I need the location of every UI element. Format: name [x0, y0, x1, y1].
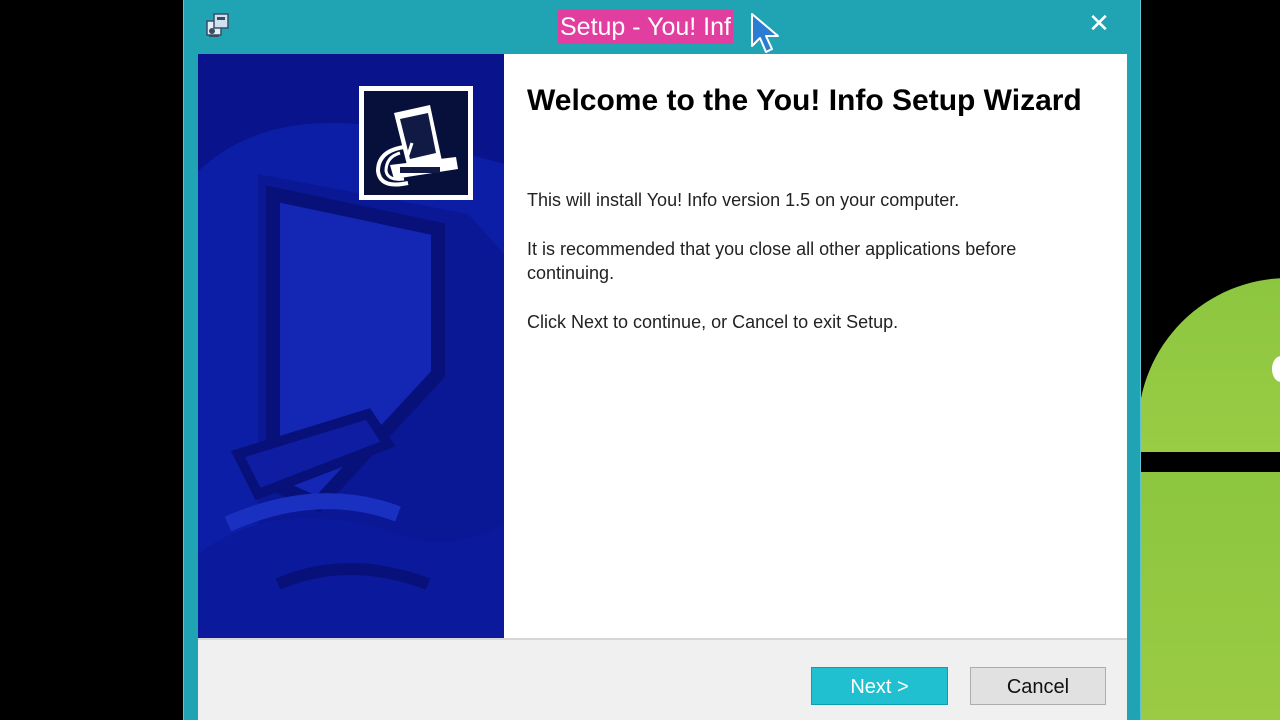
title-bar[interactable]: Setup - You! Inf ✕	[184, 0, 1140, 54]
install-info-text: This will install You! Info version 1.5 …	[527, 190, 960, 210]
window-title: Setup - You! Inf	[558, 10, 733, 44]
wizard-heading: Welcome to the You! Info Setup Wizard	[527, 84, 1082, 117]
recommendation-text: It is recommended that you close all oth…	[527, 239, 1017, 283]
desktop: Setup - You! Inf ✕ Welcome to the You! I…	[0, 0, 1280, 720]
computer-install-icon	[375, 105, 458, 187]
mouse-cursor-icon	[751, 13, 779, 53]
android-mascot-body	[1138, 472, 1280, 720]
setup-window: Setup - You! Inf ✕ Welcome to the You! I…	[183, 0, 1141, 720]
close-button[interactable]: ✕	[1082, 6, 1116, 40]
wizard-client-area: Welcome to the You! Info Setup Wizard Th…	[198, 54, 1127, 720]
wizard-side-panel	[198, 54, 504, 638]
setup-installer-icon	[206, 13, 229, 37]
android-mascot-gap	[1138, 452, 1280, 472]
wizard-footer: Next > Cancel	[198, 640, 1127, 720]
instruction-text: Click Next to continue, or Cancel to exi…	[527, 312, 899, 332]
cancel-button[interactable]: Cancel	[970, 667, 1106, 705]
wizard-content: Welcome to the You! Info Setup Wizard Th…	[504, 54, 1127, 638]
close-icon: ✕	[1088, 8, 1110, 38]
next-button[interactable]: Next >	[811, 667, 948, 705]
wizard-logo	[359, 86, 473, 200]
